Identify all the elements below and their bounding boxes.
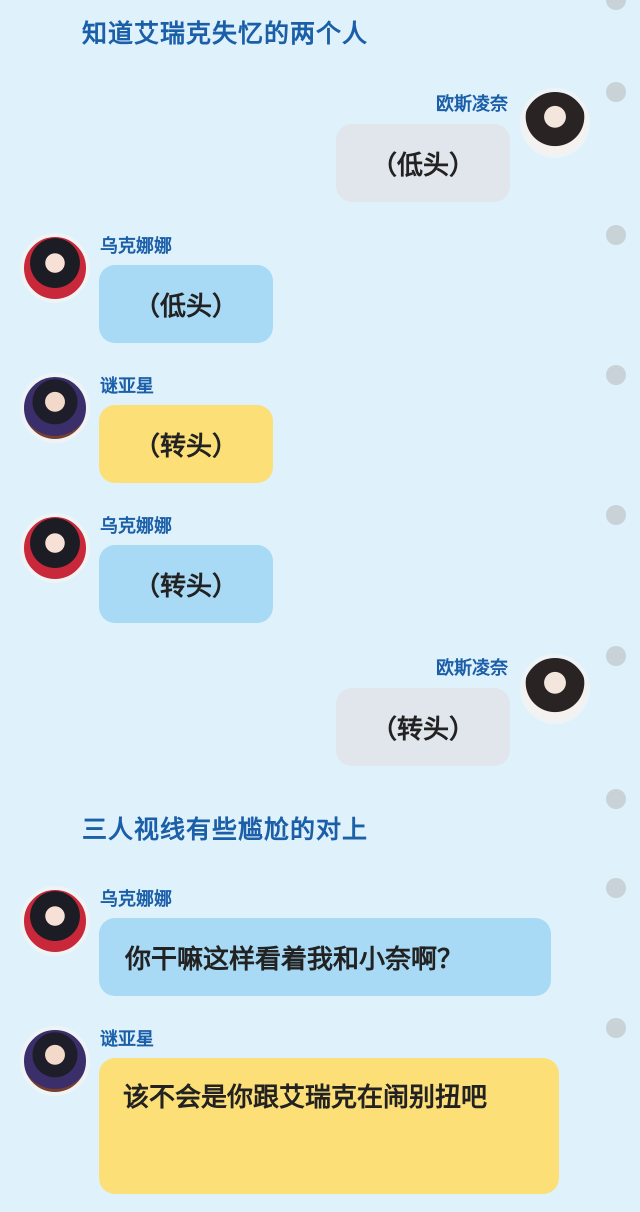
message-bubble: （转头） bbox=[336, 688, 510, 766]
message-bubble: （低头） bbox=[99, 265, 273, 343]
message-bubble: （转头） bbox=[99, 405, 273, 483]
message-bubble: 该不会是你跟艾瑞克在闹别扭吧 bbox=[99, 1058, 559, 1194]
gray-dot-icon bbox=[606, 0, 626, 10]
speaker-name: 乌克娜娜 bbox=[100, 889, 172, 910]
avatar-girl-dark-hair-icon[interactable] bbox=[520, 654, 590, 724]
speaker-name: 乌克娜娜 bbox=[100, 516, 172, 537]
avatar-girl-dark-hair-icon[interactable] bbox=[520, 88, 590, 158]
gray-dot-icon bbox=[606, 225, 626, 245]
gray-dot-icon bbox=[606, 365, 626, 385]
narration-top: 知道艾瑞克失忆的两个人 bbox=[82, 19, 369, 48]
message-bubble: （低头） bbox=[336, 124, 510, 202]
gray-dot-icon bbox=[606, 505, 626, 525]
narration-middle: 三人视线有些尴尬的对上 bbox=[82, 815, 369, 844]
gray-dot-icon bbox=[606, 82, 626, 102]
gray-dot-icon bbox=[606, 646, 626, 666]
avatar-girl-red-uniform-icon[interactable] bbox=[20, 233, 90, 303]
speaker-name: 欧斯凌奈 bbox=[436, 94, 508, 115]
avatar-boy-glasses-icon[interactable] bbox=[20, 1026, 90, 1096]
speaker-name: 谜亚星 bbox=[100, 1029, 154, 1050]
message-bubble: （转头） bbox=[99, 545, 273, 623]
message-bubble: 你干嘛这样看着我和小奈啊？ bbox=[99, 918, 551, 996]
speaker-name: 谜亚星 bbox=[100, 376, 154, 397]
avatar-girl-red-uniform-icon[interactable] bbox=[20, 886, 90, 956]
avatar-boy-glasses-icon[interactable] bbox=[20, 373, 90, 443]
speaker-name: 欧斯凌奈 bbox=[436, 658, 508, 679]
gray-dot-icon bbox=[606, 1018, 626, 1038]
avatar-girl-red-uniform-icon[interactable] bbox=[20, 513, 90, 583]
gray-dot-icon bbox=[606, 789, 626, 809]
speaker-name: 乌克娜娜 bbox=[100, 236, 172, 257]
gray-dot-icon bbox=[606, 878, 626, 898]
